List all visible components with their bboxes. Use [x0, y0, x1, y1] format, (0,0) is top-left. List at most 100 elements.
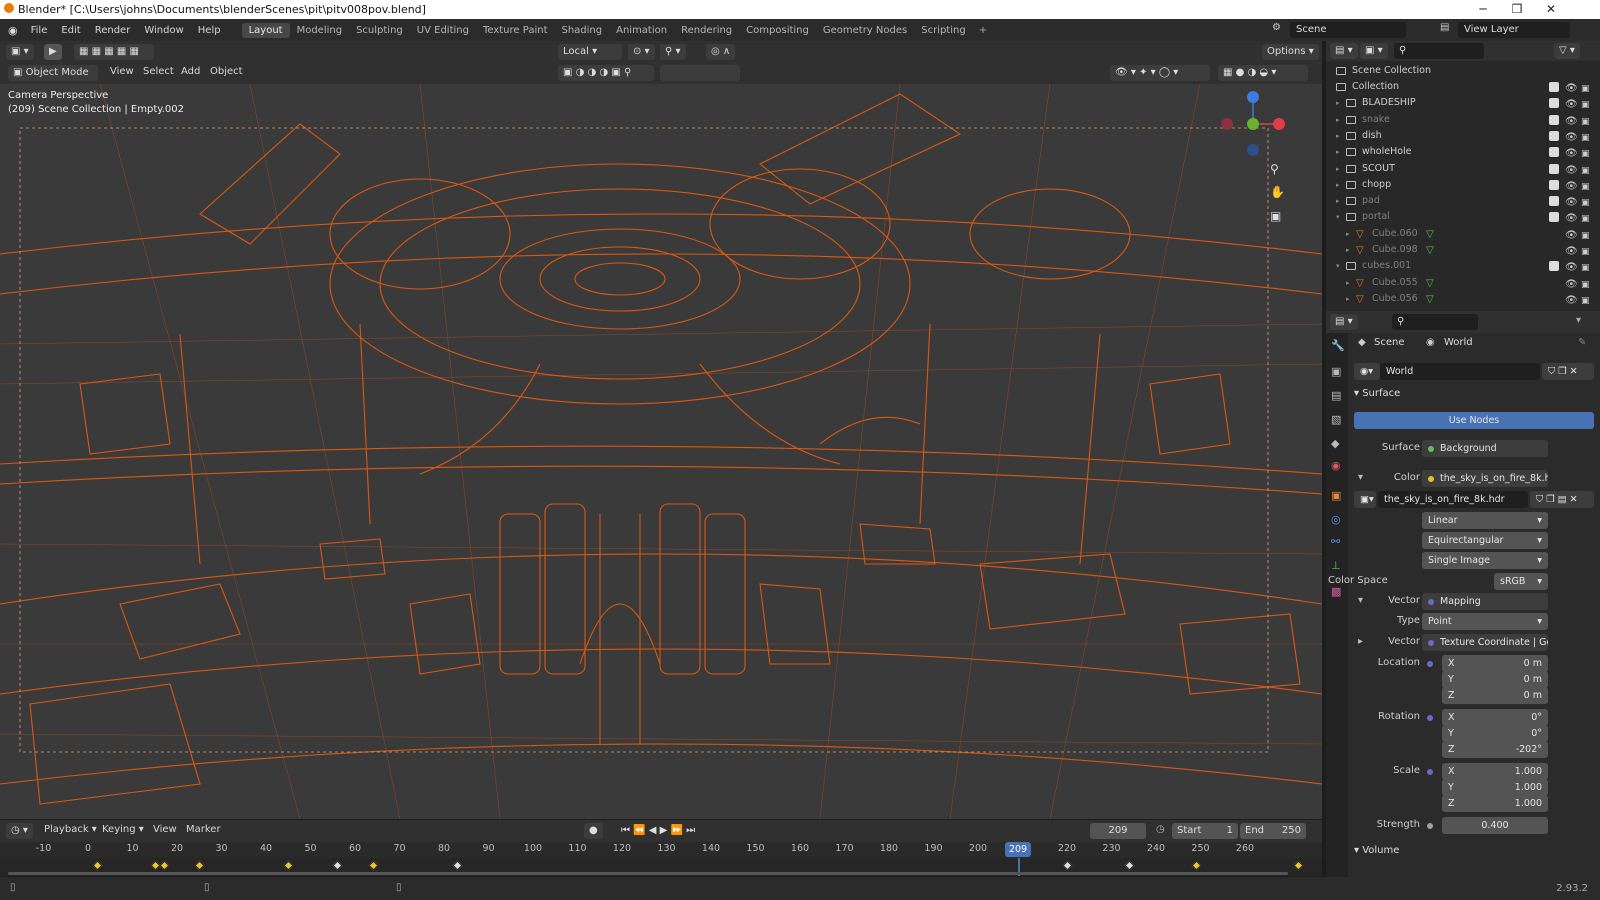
view-layer-selector[interactable]: View Layer — [1458, 22, 1570, 38]
tab-compositing[interactable]: Compositing — [739, 23, 816, 38]
expand-icon[interactable]: ▸ — [1346, 226, 1350, 242]
vector2-node-field[interactable]: Texture Coordinate | Gen... — [1422, 634, 1548, 651]
properties-options-icon[interactable]: ▾ — [1576, 315, 1581, 326]
tab-geometry-nodes[interactable]: Geometry Nodes — [816, 23, 914, 38]
outliner-row[interactable]: ▾ cubes.001 👁 ▣ — [1326, 258, 1600, 274]
menu-window[interactable]: Window — [137, 25, 190, 36]
expand-icon[interactable]: ▸ — [1336, 112, 1340, 128]
menu-add[interactable]: Add — [181, 66, 200, 77]
snap-toggle[interactable]: ⚲ ▾ — [660, 44, 686, 60]
projection-dropdown[interactable]: Equirectangular ▾ — [1422, 532, 1548, 549]
stopwatch-icon[interactable]: ◷ — [1156, 824, 1165, 835]
editor-type-button[interactable]: ▣ ▾ — [6, 44, 34, 60]
expand-icon[interactable]: ▸ — [1336, 95, 1340, 111]
outliner-row[interactable]: ▸ snake 👁 ▣ — [1326, 112, 1600, 128]
outliner-row[interactable]: ▸ pad 👁 ▣ — [1326, 193, 1600, 209]
rotation-y-field[interactable]: Y 0° — [1442, 725, 1548, 742]
world-fake-user-icon[interactable]: ⛉ ❐ ✕ — [1542, 363, 1594, 380]
exclude-checkbox[interactable] — [1549, 130, 1559, 141]
select-mode-buttons[interactable]: ▦ ▦ ▦ ▦ ▦ — [74, 44, 154, 60]
expand-icon[interactable]: ▸ — [1346, 242, 1350, 258]
outliner-row[interactable]: ▸ ▽ Cube.055 ▽ 👁 ▣ — [1326, 275, 1600, 291]
strength-field[interactable]: 0.400 — [1442, 817, 1548, 834]
world-name-field[interactable]: World — [1380, 363, 1540, 380]
timeline-ruler[interactable]: -10 0 10 20 30 40 50 60 70 80 90 100 110 120 130 140 150… — [0, 842, 1322, 858]
texture-tab-icon[interactable]: ▩ — [1331, 585, 1341, 598]
properties-search-input[interactable]: ⚲ — [1392, 314, 1478, 330]
tab-scripting[interactable]: Scripting — [914, 23, 972, 38]
image-actions-icons[interactable]: ⛉ ❐ ▤ ✕ — [1530, 491, 1594, 508]
options-dropdown[interactable]: Options ▾ — [1262, 44, 1319, 60]
scale-z-field[interactable]: Z 1.000 — [1442, 795, 1548, 812]
tool-tab-icon[interactable]: 🔧 — [1331, 339, 1345, 352]
menu-view[interactable]: View — [110, 66, 134, 77]
visibility-toggles[interactable]: 👁 ▾ ✦ ▾ ◯ ▾ — [1110, 65, 1210, 81]
timeline-menu-view[interactable]: View — [153, 824, 177, 835]
outliner-row[interactable]: ▸ ▽ Cube.098 ▽ 👁 ▣ — [1326, 242, 1600, 258]
type-dropdown[interactable]: Point ▾ — [1422, 613, 1548, 630]
use-nodes-button[interactable]: Use Nodes — [1354, 412, 1594, 429]
outliner-row[interactable]: ▸ chopp 👁 ▣ — [1326, 177, 1600, 193]
select-tool-button[interactable]: ▶ — [44, 44, 62, 60]
orientation-dropdown[interactable]: Local ▾ — [558, 44, 622, 60]
tab-sculpting[interactable]: Sculpting — [349, 23, 410, 38]
playback-controls[interactable]: ⏮ ⏪ ◀ ▶ ⏩ ⏭ — [616, 823, 716, 839]
location-x-field[interactable]: X 0 m — [1442, 655, 1548, 672]
auto-key-button[interactable]: ● — [584, 823, 603, 839]
menu-select[interactable]: Select — [143, 66, 174, 77]
rotation-x-field[interactable]: X 0° — [1442, 709, 1548, 726]
interpolation-dropdown[interactable]: Linear ▾ — [1422, 512, 1548, 529]
location-z-field[interactable]: Z 0 m — [1442, 687, 1548, 704]
surface-panel-header[interactable]: ▾ Surface — [1354, 388, 1400, 399]
world-browse-button[interactable]: ◉▾ — [1354, 363, 1380, 380]
exclude-checkbox[interactable] — [1549, 147, 1559, 158]
outliner-filter-icon[interactable]: ▽ ▾ — [1554, 43, 1580, 59]
outliner-root-row[interactable]: Scene Collection — [1326, 63, 1600, 79]
breadcrumb-world[interactable]: World — [1444, 337, 1473, 348]
add-workspace-icon[interactable]: + — [973, 25, 993, 36]
image-name-field[interactable]: the_sky_is_on_fire_8k.hdr — [1378, 491, 1528, 508]
viewport-search[interactable] — [660, 65, 740, 81]
outliner-row[interactable]: Collection 👁 ▣ — [1326, 79, 1600, 95]
tab-modeling[interactable]: Modeling — [290, 23, 350, 38]
expand-icon[interactable]: ▸ — [1336, 144, 1340, 160]
playhead-frame-indicator[interactable]: 209 — [1005, 842, 1032, 857]
image-browse-button[interactable]: ▣▾ — [1354, 491, 1376, 508]
physics-tab-icon[interactable]: ◎ — [1331, 513, 1341, 526]
scene-selector[interactable]: Scene — [1290, 22, 1406, 38]
outliner-row[interactable]: ▸ ▽ Cube.056 ▽ 👁 ▣ — [1326, 291, 1600, 307]
shading-buttons[interactable]: ▦ ● ◑ ◒ ▾ — [1218, 65, 1308, 81]
outliner-search-input[interactable]: ⚲ — [1394, 43, 1484, 59]
volume-panel-header[interactable]: ▾ Volume — [1354, 845, 1399, 856]
outliner-display-mode-button[interactable]: ▣ ▾ — [1360, 43, 1388, 59]
outliner-row[interactable]: ▸ wholeHole 👁 ▣ — [1326, 144, 1600, 160]
camera-view-icon[interactable]: ▣ — [1270, 209, 1281, 223]
menu-file[interactable]: File — [24, 25, 55, 36]
scale-x-field[interactable]: X 1.000 — [1442, 763, 1548, 780]
view-layer-tab-icon[interactable]: ▧ — [1331, 413, 1341, 426]
exclude-checkbox[interactable] — [1549, 114, 1559, 125]
expand-icon[interactable]: ▸ — [1336, 177, 1340, 193]
object-data-tab-icon[interactable]: ⊥ — [1331, 559, 1341, 572]
3d-viewport[interactable]: Camera Perspective (209) Scene Collectio… — [0, 84, 1322, 819]
outliner-row[interactable]: ▾ portal 👁 ▣ — [1326, 209, 1600, 225]
expand-icon[interactable]: ▾ — [1336, 258, 1340, 274]
exclude-checkbox[interactable] — [1549, 212, 1559, 223]
output-tab-icon[interactable]: ▤ — [1331, 389, 1341, 402]
expand-icon[interactable]: ▸ — [1336, 193, 1340, 209]
maximize-icon[interactable]: ❐ — [1500, 0, 1534, 19]
timeline-menu-marker[interactable]: Marker — [186, 824, 221, 835]
expand-icon[interactable]: ▸ — [1346, 291, 1350, 307]
rotation-z-field[interactable]: Z -202° — [1442, 741, 1548, 758]
outliner-row[interactable]: ▸ ▽ Cube.060 ▽ 👁 ▣ — [1326, 226, 1600, 242]
menu-help[interactable]: Help — [191, 25, 228, 36]
render-camera-icon[interactable]: ▣ — [1581, 293, 1590, 309]
mode-dropdown[interactable]: ▣ Object Mode ▾ — [8, 65, 98, 93]
world-tab-icon[interactable]: ◉ — [1331, 459, 1341, 472]
exclude-checkbox[interactable] — [1549, 261, 1559, 272]
minimize-icon[interactable]: ─ — [1466, 0, 1500, 19]
close-icon[interactable]: ✕ — [1534, 0, 1568, 19]
outliner-row[interactable]: ▸ SCOUT 👁 ▣ — [1326, 161, 1600, 177]
constraints-tab-icon[interactable]: ⚯ — [1331, 535, 1340, 548]
expand-icon[interactable]: ▸ — [1346, 275, 1350, 291]
